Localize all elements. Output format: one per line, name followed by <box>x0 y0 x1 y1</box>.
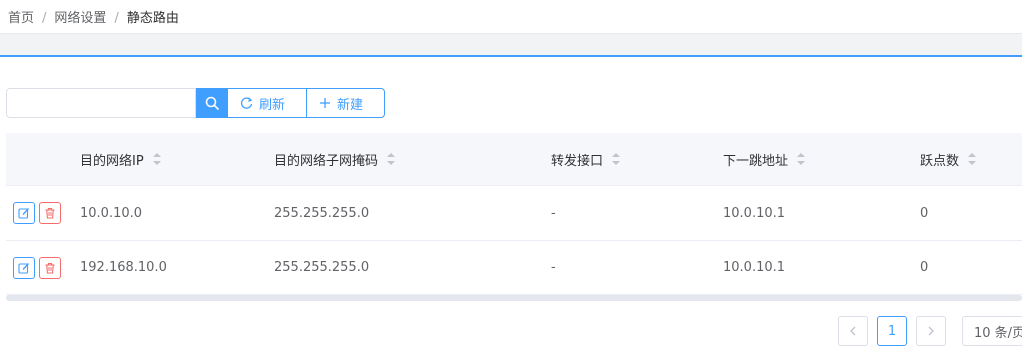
column-label: 下一跳地址 <box>723 153 789 169</box>
prev-page-button[interactable] <box>838 316 868 346</box>
sort-icon[interactable] <box>968 153 977 165</box>
search-icon <box>205 96 219 110</box>
column-header-dest-ip[interactable]: 目的网络IP <box>80 133 161 185</box>
column-label: 跃点数 <box>920 153 960 169</box>
route-table: 目的网络IP 目的网络子网掩码 转发接口 下一跳地址 跃点数 10.0.10.0… <box>6 133 1022 295</box>
column-header-interface[interactable]: 转发接口 <box>551 133 621 185</box>
new-label: 新建 <box>337 97 364 113</box>
cell-metric: 0 <box>920 205 929 221</box>
trash-icon <box>45 207 55 219</box>
column-header-metric[interactable]: 跃点数 <box>920 133 977 185</box>
sort-icon[interactable] <box>797 153 806 165</box>
trash-icon <box>45 262 55 274</box>
column-label: 目的网络IP <box>80 153 144 169</box>
chevron-left-icon <box>850 326 856 336</box>
edit-button[interactable] <box>13 256 35 279</box>
column-label: 目的网络子网掩码 <box>274 153 379 169</box>
column-header-subnet-mask[interactable]: 目的网络子网掩码 <box>274 133 396 185</box>
edit-button[interactable] <box>13 202 35 224</box>
search-input[interactable] <box>6 88 196 118</box>
breadcrumb-separator: / <box>42 11 47 26</box>
breadcrumb-network-settings[interactable]: 网络设置 <box>54 11 106 26</box>
tab-bar <box>0 33 1022 57</box>
cell-interface: - <box>551 205 556 221</box>
search-button[interactable] <box>196 88 227 118</box>
table-row: 192.168.10.0 255.255.255.0 - 10.0.10.1 0 <box>6 240 1022 295</box>
column-header-next-hop[interactable]: 下一跳地址 <box>723 133 806 185</box>
edit-icon <box>18 208 29 219</box>
breadcrumb: 首页 / 网络设置 / 静态路由 <box>8 7 179 26</box>
table-header: 目的网络IP 目的网络子网掩码 转发接口 下一跳地址 跃点数 <box>6 133 1022 185</box>
refresh-label: 刷新 <box>259 97 286 113</box>
column-label: 转发接口 <box>551 153 604 169</box>
sort-icon[interactable] <box>612 153 621 165</box>
refresh-button[interactable]: 刷新 <box>227 88 306 118</box>
row-actions <box>13 241 61 294</box>
horizontal-scrollbar[interactable] <box>6 295 1022 301</box>
delete-button[interactable] <box>39 202 61 224</box>
chevron-right-icon <box>928 326 934 336</box>
sort-icon[interactable] <box>152 153 161 165</box>
page-number-current[interactable]: 1 <box>877 316 907 346</box>
edit-icon <box>18 262 29 274</box>
breadcrumb-home[interactable]: 首页 <box>8 11 34 26</box>
sort-icon[interactable] <box>387 153 396 165</box>
toolbar: 刷新 新建 <box>6 88 385 118</box>
row-actions <box>13 186 61 240</box>
refresh-icon <box>240 96 253 109</box>
plus-icon <box>320 98 330 108</box>
table-row: 10.0.10.0 255.255.255.0 - 10.0.10.1 0 <box>6 185 1022 240</box>
cell-next-hop: 10.0.10.1 <box>723 260 786 275</box>
cell-dest-ip: 192.168.10.0 <box>80 260 167 275</box>
delete-button[interactable] <box>39 256 61 279</box>
breadcrumb-current: 静态路由 <box>126 11 179 26</box>
new-button[interactable]: 新建 <box>306 88 385 118</box>
cell-metric: 0 <box>920 260 929 275</box>
page-size-select[interactable]: 10 条/页 <box>962 316 1022 346</box>
next-page-button[interactable] <box>916 316 946 346</box>
cell-subnet-mask: 255.255.255.0 <box>274 260 370 275</box>
cell-interface: - <box>551 260 556 275</box>
breadcrumb-separator: / <box>114 11 119 26</box>
cell-next-hop: 10.0.10.1 <box>723 205 786 221</box>
cell-dest-ip: 10.0.10.0 <box>80 205 143 221</box>
cell-subnet-mask: 255.255.255.0 <box>274 205 370 221</box>
